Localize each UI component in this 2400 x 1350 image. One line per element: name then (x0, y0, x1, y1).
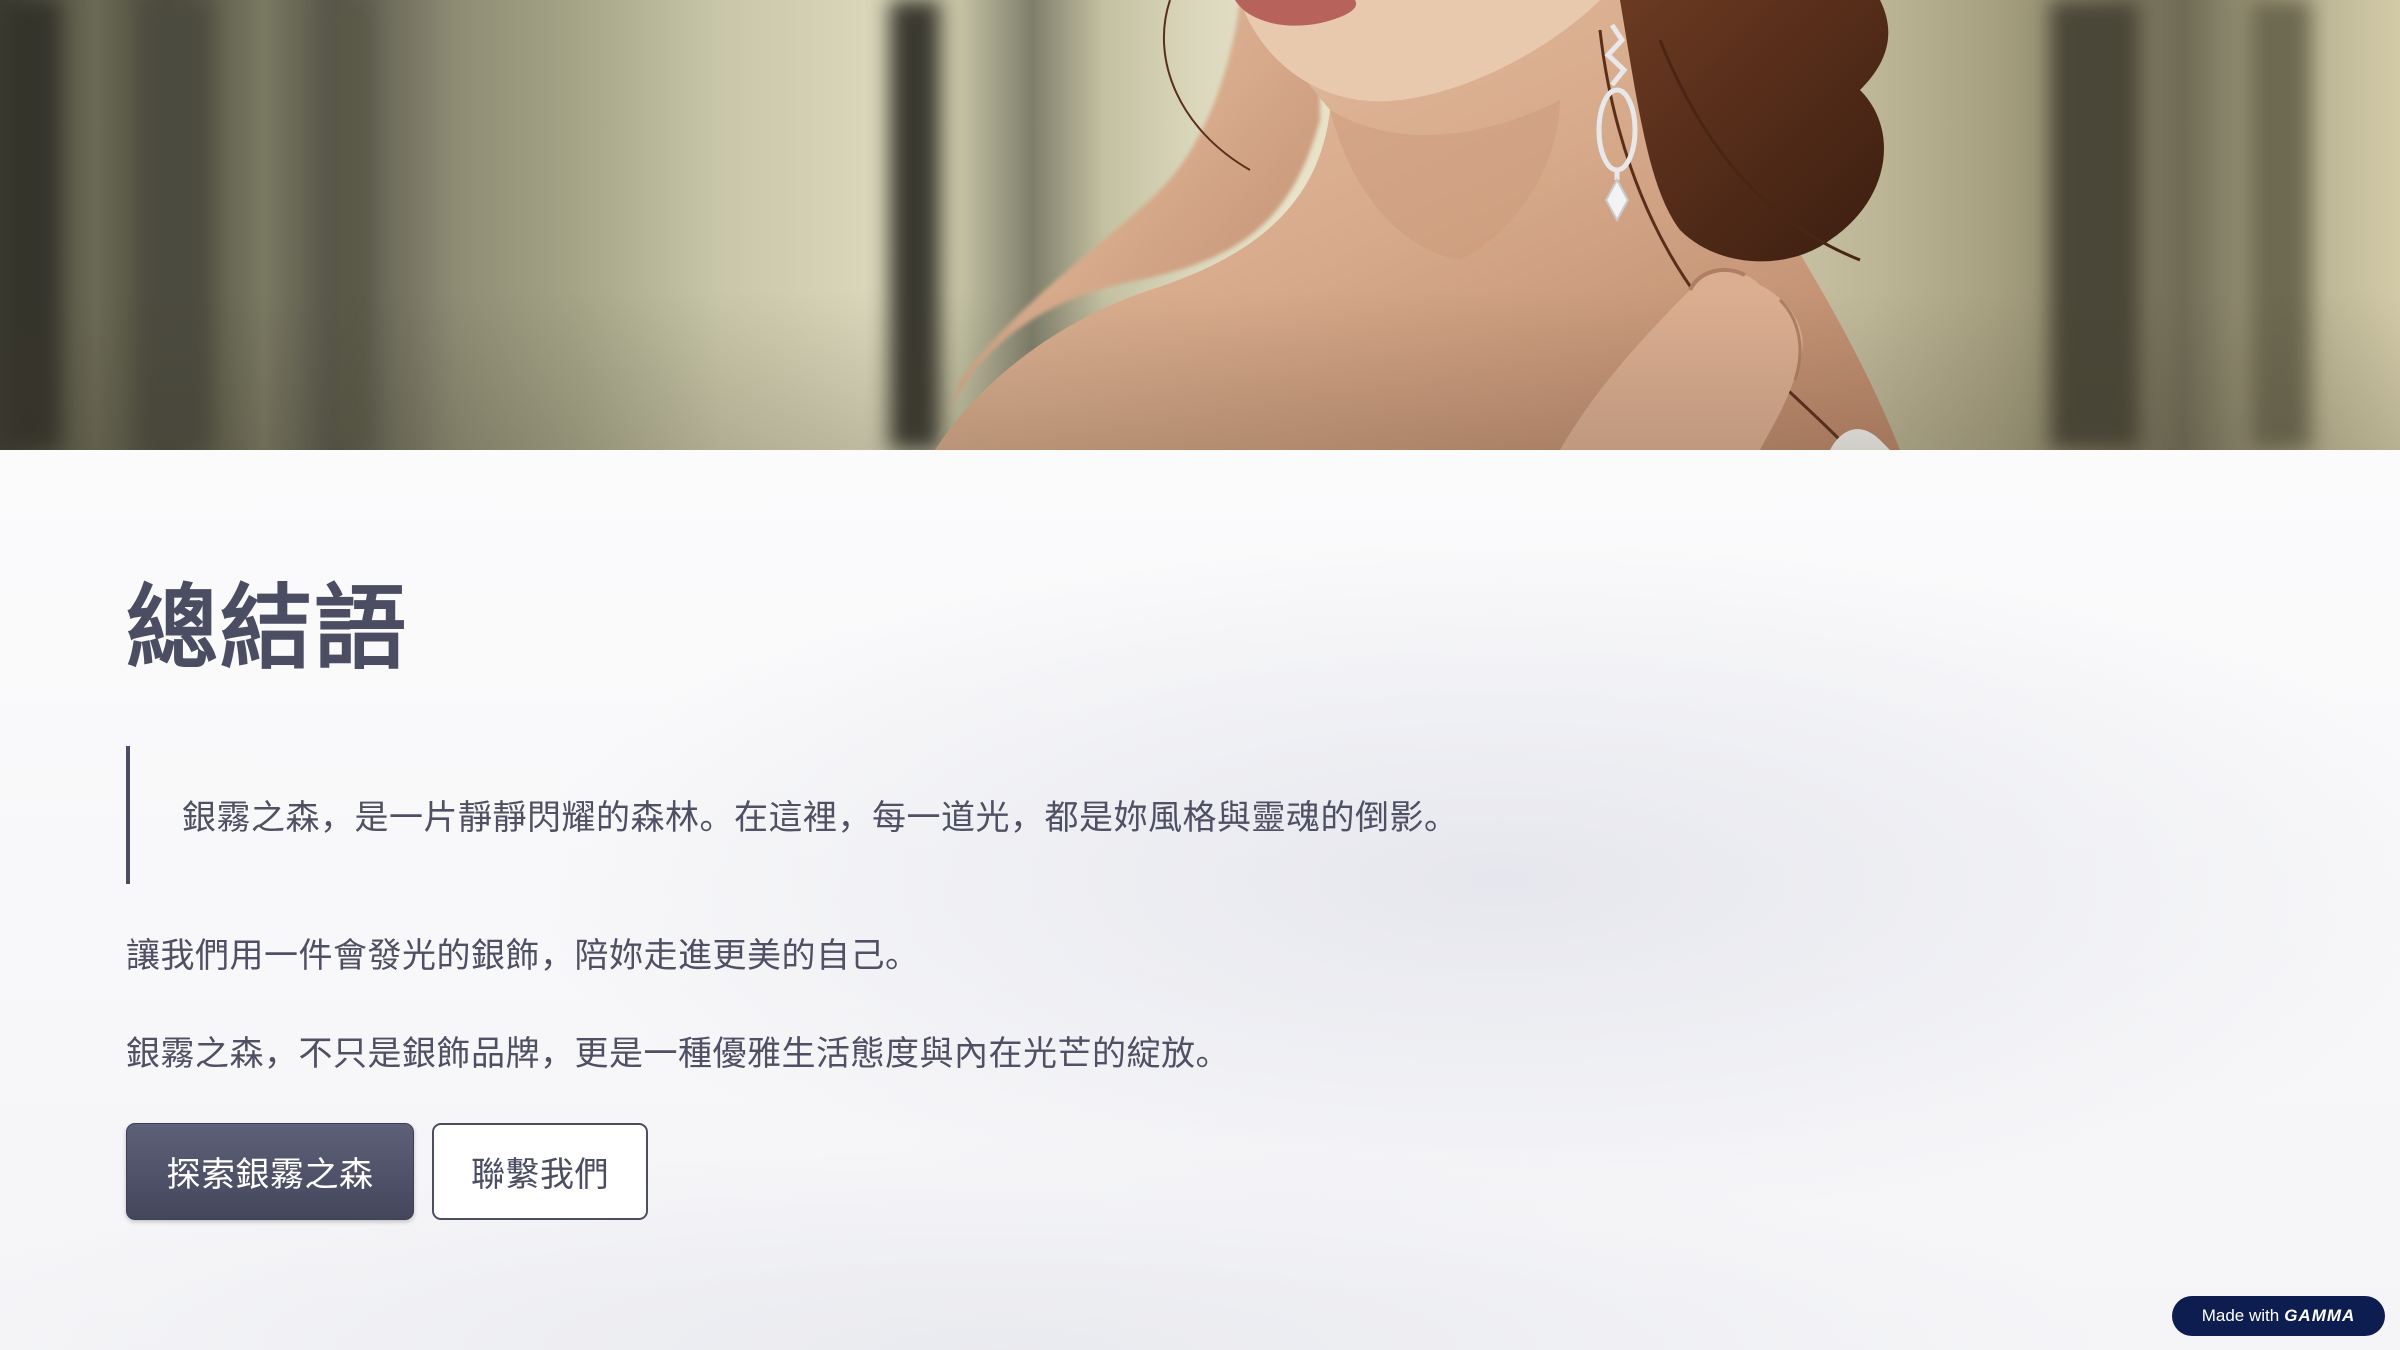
gamma-logo: GAMMA (2284, 1306, 2356, 1325)
paragraph-2: 銀霧之森，不只是銀飾品牌，更是一種優雅生活態度與內在光芒的綻放。 (126, 1034, 1230, 1074)
made-with-gamma-badge[interactable]: Made with GAMMA (2172, 1296, 2385, 1336)
hero-shade (0, 290, 2400, 450)
content-section: 總結語 銀霧之森，是一片靜靜閃耀的森林。在這裡，每一道光，都是妳風格與靈魂的倒影… (0, 450, 2400, 1350)
page-title: 總結語 (126, 575, 409, 682)
blockquote: 銀霧之森，是一片靜靜閃耀的森林。在這裡，每一道光，都是妳風格與靈魂的倒影。 (126, 746, 1726, 884)
paragraph-1: 讓我們用一件會發光的銀飾，陪妳走進更美的自己。 (126, 936, 920, 976)
quote-text: 銀霧之森，是一片靜靜閃耀的森林。在這裡，每一道光，都是妳風格與靈魂的倒影。 (182, 798, 1459, 838)
contact-button[interactable]: 聯繫我們 (432, 1123, 648, 1220)
badge-prefix: Made with (2201, 1306, 2280, 1325)
explore-button[interactable]: 探索銀霧之森 (126, 1123, 414, 1220)
hero-image (0, 0, 2400, 450)
